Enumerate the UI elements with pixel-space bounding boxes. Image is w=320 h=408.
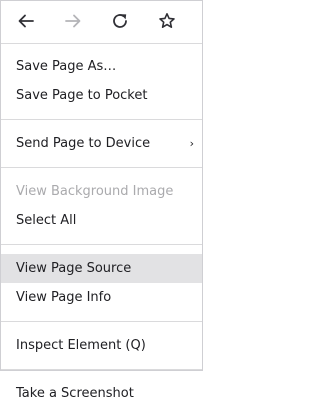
menu-item-label: View Background Image bbox=[16, 184, 174, 199]
arrow-right-icon bbox=[65, 14, 81, 28]
menu-item-take-screenshot[interactable]: Take a Screenshot bbox=[1, 379, 202, 408]
menu-item-label: Send Page to Device bbox=[16, 136, 151, 151]
menu-item-view-background-image: View Background Image bbox=[1, 177, 202, 206]
reload-button[interactable] bbox=[103, 4, 137, 38]
reload-icon bbox=[113, 14, 127, 28]
menu-item-save-page-as[interactable]: Save Page As… bbox=[1, 52, 202, 81]
menu-item-view-page-info[interactable]: View Page Info bbox=[1, 283, 202, 312]
menu-item-label: View Page Source bbox=[16, 261, 132, 276]
menu-item-label: Save Page to Pocket bbox=[16, 88, 148, 103]
menu-item-label: View Page Info bbox=[16, 290, 112, 305]
menu-item-label: Inspect Element (Q) bbox=[16, 338, 146, 353]
back-button[interactable] bbox=[9, 4, 43, 38]
menu-item-label: Select All bbox=[16, 213, 77, 228]
separator bbox=[1, 119, 202, 120]
separator bbox=[1, 244, 202, 245]
chevron-right-icon: › bbox=[189, 137, 194, 150]
menu-item-label: Take a Screenshot bbox=[16, 386, 134, 401]
separator bbox=[1, 43, 202, 44]
menu-item-inspect-element[interactable]: Inspect Element (Q) bbox=[1, 331, 202, 360]
forward-button[interactable] bbox=[56, 4, 90, 38]
bookmark-button[interactable] bbox=[150, 4, 184, 38]
menu-item-label: Save Page As… bbox=[16, 59, 117, 74]
menu-item-save-to-pocket[interactable]: Save Page to Pocket bbox=[1, 81, 202, 110]
separator bbox=[1, 321, 202, 322]
navigation-bar bbox=[1, 1, 202, 41]
separator bbox=[1, 369, 202, 370]
arrow-left-icon bbox=[18, 14, 34, 28]
context-menu: Save Page As… Save Page to Pocket Send P… bbox=[0, 0, 203, 401]
separator bbox=[1, 167, 202, 168]
star-icon bbox=[159, 13, 175, 28]
menu-item-send-to-device[interactable]: Send Page to Device › bbox=[1, 129, 202, 158]
menu-item-view-page-source[interactable]: View Page Source bbox=[1, 254, 202, 283]
menu-item-select-all[interactable]: Select All bbox=[1, 206, 202, 235]
